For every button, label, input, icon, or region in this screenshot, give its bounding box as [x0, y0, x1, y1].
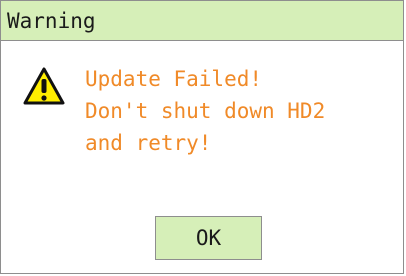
dialog-message: Update Failed! Don't shut down HD2 and r… — [85, 63, 385, 159]
dialog-title: Warning — [7, 9, 96, 33]
ok-button[interactable]: OK — [155, 216, 262, 260]
warning-dialog: Warning Update Failed! Don't shut down H… — [0, 0, 404, 274]
warning-icon — [23, 67, 65, 105]
message-line: Update Failed! — [85, 67, 263, 91]
dialog-title-bar: Warning — [1, 1, 403, 41]
message-line: Don't shut down HD2 — [85, 99, 326, 123]
message-line: and retry! — [85, 131, 212, 155]
